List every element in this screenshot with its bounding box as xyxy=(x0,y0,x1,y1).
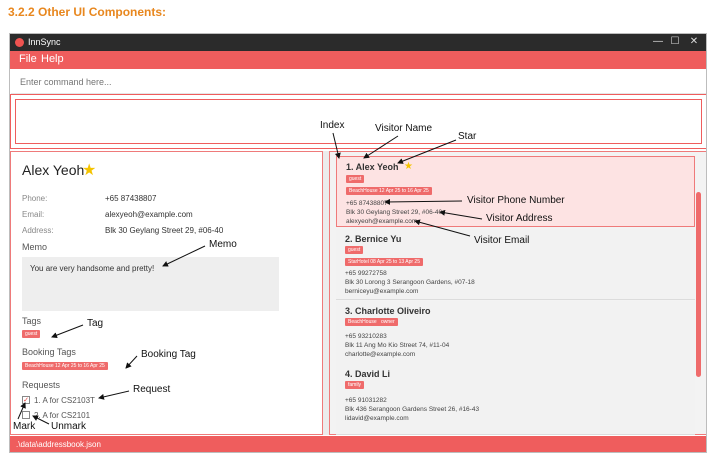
arrow-index xyxy=(332,132,341,159)
arrow-request xyxy=(98,390,130,400)
arrow-tag xyxy=(51,324,84,338)
arrow-memo xyxy=(162,245,206,267)
arrow-mark xyxy=(17,402,26,420)
arrow-booking-tag xyxy=(125,355,138,369)
arrow-unmark xyxy=(32,415,50,425)
arrow-phone xyxy=(384,198,463,205)
annotation-arrows xyxy=(17,132,483,425)
arrow-visitor-name xyxy=(363,135,399,159)
arrow-address xyxy=(439,209,483,220)
arrow-star xyxy=(397,139,457,164)
arrow-email xyxy=(414,219,471,237)
